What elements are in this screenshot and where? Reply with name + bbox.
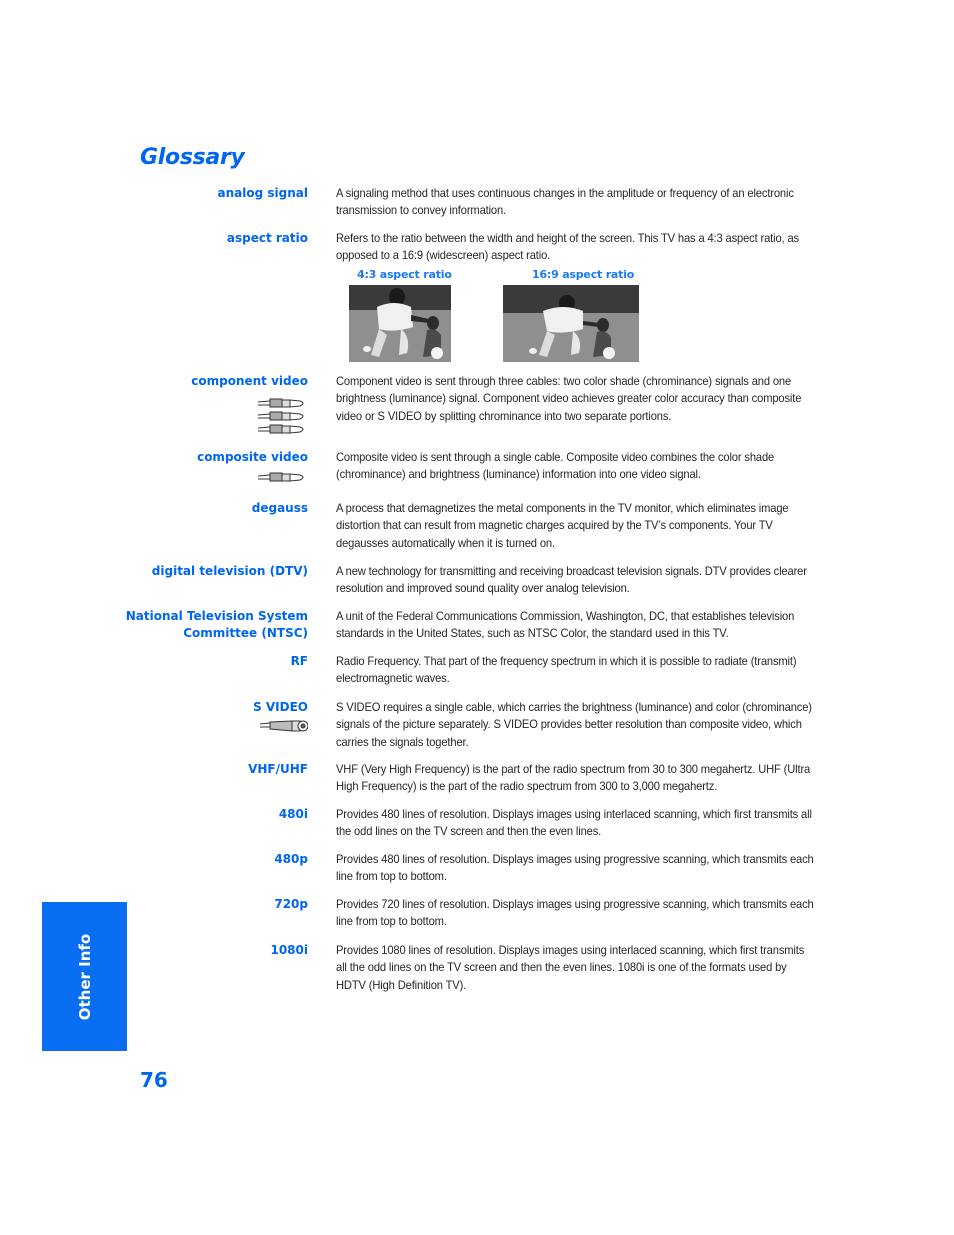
- glossary-definition: Composite video is sent through a single…: [336, 450, 775, 482]
- glossary-term: VHF/UHF: [248, 762, 308, 776]
- s-video-cable-icon: [256, 719, 308, 733]
- glossary-term: National Television System Committee (NT…: [125, 609, 308, 640]
- glossary-term: digital television (DTV): [151, 564, 308, 578]
- rca-cable-icon: [256, 471, 308, 485]
- figure-caption-16x9: 16:9 aspect ratio: [532, 268, 635, 281]
- three-rca-cables-icon: [256, 396, 308, 436]
- page-number: 76: [140, 1068, 168, 1092]
- glossary-term: RF: [290, 654, 308, 668]
- glossary-definition: Radio Frequency. That part of the freque…: [336, 654, 797, 686]
- section-tab-other-info: Other Info: [42, 902, 127, 1051]
- photo-4x3-aspect-ratio: [349, 285, 451, 362]
- glossary-term: 720p: [274, 897, 308, 911]
- glossary-term: composite video: [197, 450, 308, 464]
- figure-caption-4x3: 4:3 aspect ratio: [357, 268, 452, 281]
- glossary-term: aspect ratio: [226, 231, 308, 245]
- glossary-term: component video: [191, 374, 308, 388]
- glossary-definition: Provides 1080 lines of resolution. Displ…: [336, 943, 805, 992]
- glossary-definition: S VIDEO requires a single cable, which c…: [336, 700, 812, 749]
- glossary-definition: Provides 480 lines of resolution. Displa…: [336, 852, 814, 884]
- glossary-definition: Provides 480 lines of resolution. Displa…: [336, 807, 812, 839]
- glossary-term: analog signal: [217, 186, 308, 200]
- glossary-definition: Provides 720 lines of resolution. Displa…: [336, 897, 814, 929]
- glossary-term: 480p: [274, 852, 308, 866]
- glossary-term: 480i: [278, 807, 308, 821]
- glossary-definition: Refers to the ratio between the width an…: [336, 231, 799, 263]
- glossary-definition: VHF (Very High Frequency) is the part of…: [336, 762, 811, 794]
- page-title: Glossary: [140, 145, 245, 170]
- glossary-term: degauss: [251, 501, 308, 515]
- glossary-definition: A unit of the Federal Communications Com…: [336, 609, 795, 641]
- glossary-definition: Component video is sent through three ca…: [336, 374, 802, 423]
- glossary-definition: A new technology for transmitting and re…: [336, 564, 807, 596]
- section-tab-label: Other Info: [75, 933, 94, 1020]
- photo-16x9-aspect-ratio: [503, 285, 639, 362]
- glossary-term: 1080i: [270, 943, 308, 957]
- glossary-term: S VIDEO: [253, 700, 308, 714]
- football-player-photo: [349, 285, 451, 362]
- football-player-photo: [503, 285, 639, 362]
- glossary-definition: A process that demagnetizes the metal co…: [336, 501, 789, 550]
- glossary-definition: A signaling method that uses continuous …: [336, 186, 794, 218]
